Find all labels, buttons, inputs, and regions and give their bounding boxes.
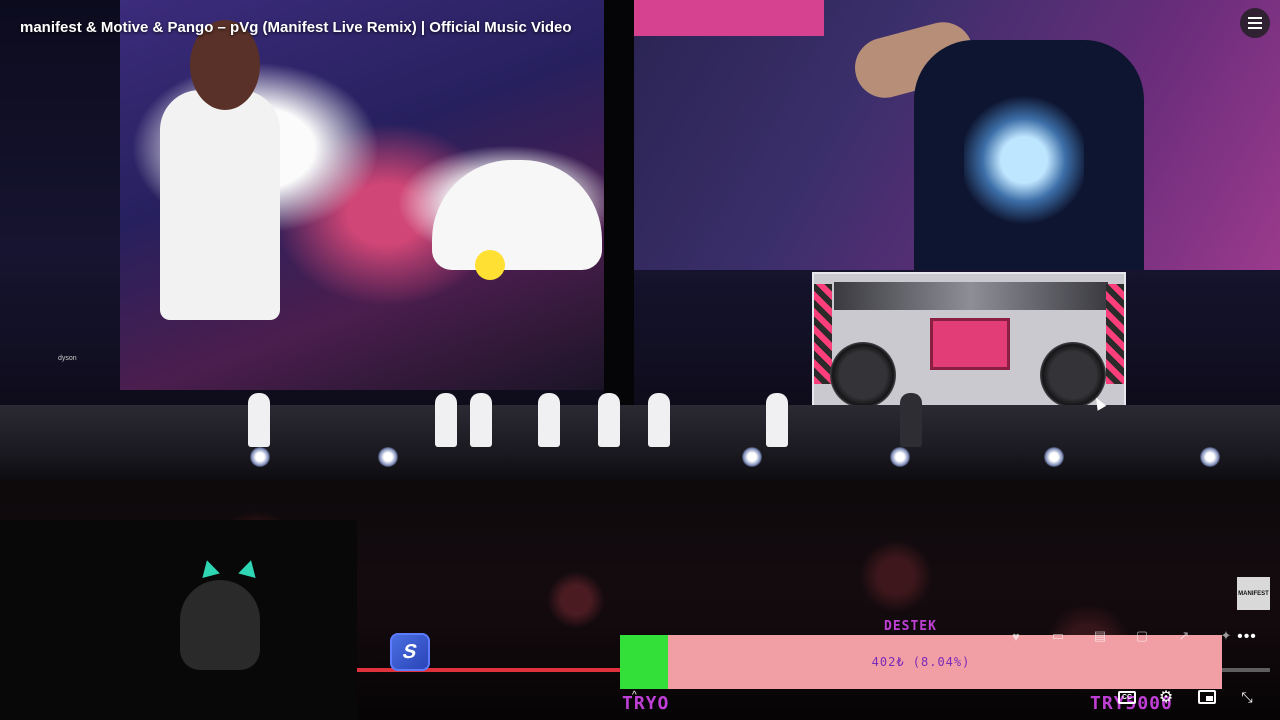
stage-screen-right <box>634 0 1280 270</box>
stage-light <box>1044 447 1064 467</box>
boombox-stripe <box>814 284 832 384</box>
miniplayer-icon <box>1198 690 1216 704</box>
streamer-silhouette <box>180 580 260 670</box>
playback-progress-remaining[interactable] <box>1222 668 1270 672</box>
stage-pillar <box>604 0 634 420</box>
playlist-button[interactable] <box>1240 8 1270 38</box>
donation-goal-start: TRYO <box>622 693 670 714</box>
dancer <box>766 393 788 447</box>
comment-icon[interactable]: ▤ <box>1089 625 1111 647</box>
boombox-top <box>834 282 1108 310</box>
dancer <box>900 393 922 447</box>
dancer <box>598 393 620 447</box>
video-title[interactable]: manifest & Motive & Pango – pVg (Manifes… <box>20 19 572 36</box>
stage-light <box>250 447 270 467</box>
more-options-button[interactable]: ••• <box>1236 626 1258 648</box>
playlist-icon <box>1248 17 1262 29</box>
hidden-action-icons: ♥ ▭ ▤ ▢ ↗ ✦ <box>1005 625 1237 647</box>
fullscreen-button[interactable]: ⤡ <box>1236 686 1258 708</box>
yellow-mask <box>475 250 505 280</box>
stage-light <box>378 447 398 467</box>
boombox-display <box>930 318 1010 370</box>
save-icon[interactable]: ▢ <box>1131 625 1153 647</box>
feather-costume <box>432 160 602 270</box>
venue-logo: dyson <box>58 355 77 362</box>
shirt-print <box>964 90 1084 230</box>
screen-pink-strip <box>634 0 824 36</box>
webcam-overlay <box>0 520 357 720</box>
dancer <box>248 393 270 447</box>
gear-icon: ⚙ <box>1158 689 1174 706</box>
stage-light <box>742 447 762 467</box>
boombox-prop <box>812 272 1126 418</box>
miniplayer-button[interactable] <box>1196 686 1218 708</box>
streamlabs-icon: S <box>400 640 420 663</box>
dancer <box>470 393 492 447</box>
dancer <box>648 393 670 447</box>
performer-figure <box>160 90 280 320</box>
stage-screen-left <box>120 0 604 390</box>
cat-ear-right-icon <box>238 557 260 579</box>
streamlabs-app-button[interactable]: S <box>390 633 430 671</box>
stage-floor <box>0 393 1280 485</box>
captions-button[interactable]: CC <box>1116 686 1138 708</box>
stage-light <box>1200 447 1220 467</box>
settings-button[interactable]: ⚙ <box>1155 686 1177 708</box>
boombox-stripe <box>1106 284 1124 384</box>
captions-icon: CC <box>1118 690 1136 704</box>
donation-label: DESTEK <box>884 619 937 634</box>
channel-watermark[interactable]: MANIFEST <box>1237 577 1270 610</box>
stage-light <box>890 447 910 467</box>
fullscreen-exit-icon: ⤡ <box>1241 688 1253 705</box>
like-icon[interactable]: ♥ <box>1005 625 1027 647</box>
boombox-speaker-left <box>830 342 896 408</box>
sparkle-icon[interactable]: ✦ <box>1215 625 1237 647</box>
dancer <box>435 393 457 447</box>
share-icon[interactable]: ↗ <box>1173 625 1195 647</box>
dancer <box>538 393 560 447</box>
cat-ear-left-icon <box>198 557 220 579</box>
folder-icon[interactable]: ▭ <box>1047 625 1069 647</box>
